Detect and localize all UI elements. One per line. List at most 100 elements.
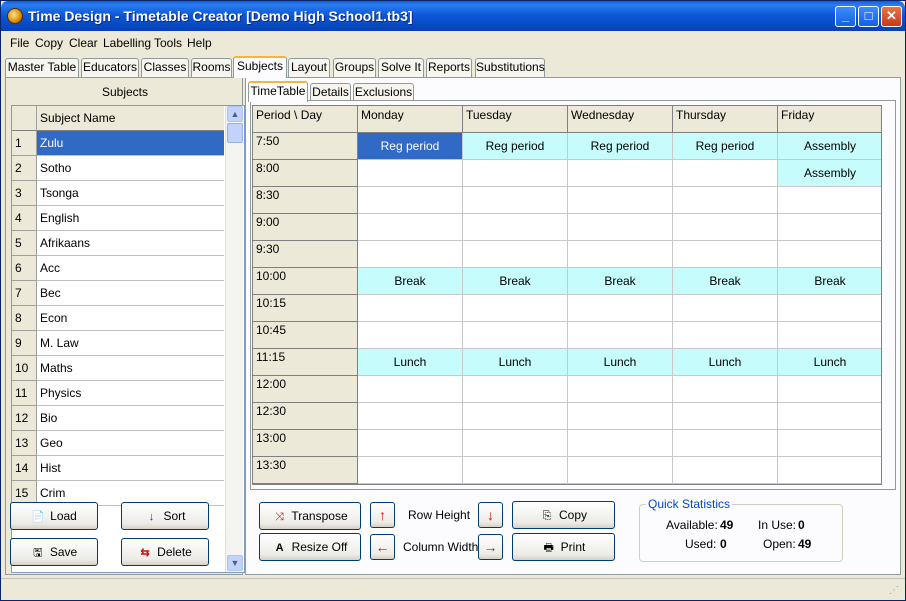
subject-name-cell[interactable]: Acc: [37, 256, 224, 281]
period-header[interactable]: 13:00: [253, 430, 358, 457]
timetable-cell[interactable]: [358, 376, 463, 403]
subject-name-cell[interactable]: M. Law: [37, 331, 224, 356]
timetable-cell[interactable]: Lunch: [568, 349, 673, 376]
timetable-cell[interactable]: [673, 376, 778, 403]
day-header[interactable]: Thursday: [673, 106, 778, 133]
resize-grip-icon[interactable]: ⋰: [889, 585, 901, 597]
timetable-cell[interactable]: Reg period: [463, 133, 568, 160]
timetable-cell[interactable]: [673, 160, 778, 187]
timetable-cell[interactable]: Break: [778, 268, 881, 295]
timetable-cell[interactable]: [358, 214, 463, 241]
menu-file[interactable]: File: [10, 36, 29, 50]
timetable-cell[interactable]: Break: [463, 268, 568, 295]
save-button[interactable]: 🖫 Save: [10, 538, 98, 566]
timetable-cell[interactable]: [463, 187, 568, 214]
resize-off-button[interactable]: A Resize Off: [259, 533, 361, 561]
tab-educators[interactable]: Educators: [81, 58, 139, 77]
timetable-cell[interactable]: [778, 430, 881, 457]
timetable-cell[interactable]: Lunch: [358, 349, 463, 376]
menu-tools[interactable]: Tools: [154, 36, 182, 50]
timetable-cell[interactable]: [463, 403, 568, 430]
menu-help[interactable]: Help: [187, 36, 212, 50]
timetable-cell[interactable]: [673, 430, 778, 457]
tab-substitutions[interactable]: Substitutions: [475, 58, 545, 77]
subject-row[interactable]: 10 Maths: [12, 356, 224, 381]
subject-name-cell[interactable]: Econ: [37, 306, 224, 331]
timetable-cell[interactable]: [778, 187, 881, 214]
timetable-cell[interactable]: [463, 457, 568, 484]
scroll-thumb[interactable]: [227, 123, 243, 143]
title-bar[interactable]: Time Design - Timetable Creator [Demo Hi…: [1, 1, 905, 31]
timetable-cell[interactable]: [568, 160, 673, 187]
timetable-cell[interactable]: Break: [673, 268, 778, 295]
timetable-cell[interactable]: [778, 403, 881, 430]
timetable-cell[interactable]: [673, 187, 778, 214]
subject-name-cell[interactable]: Physics: [37, 381, 224, 406]
subject-row[interactable]: 1 Zulu: [12, 131, 224, 156]
subject-row[interactable]: 9 M. Law: [12, 331, 224, 356]
timetable-cell[interactable]: Reg period: [673, 133, 778, 160]
column-width-decrease-button[interactable]: ←: [370, 534, 395, 560]
day-header[interactable]: Friday: [778, 106, 881, 133]
period-header[interactable]: 8:30: [253, 187, 358, 214]
tab-layout[interactable]: Layout: [288, 58, 330, 77]
timetable-cell[interactable]: [568, 241, 673, 268]
period-header[interactable]: 8:00: [253, 160, 358, 187]
subject-row[interactable]: 12 Bio: [12, 406, 224, 431]
timetable-cell[interactable]: [568, 403, 673, 430]
tab-timetable[interactable]: TimeTable: [248, 81, 308, 102]
scroll-up-icon[interactable]: ▲: [227, 106, 243, 122]
timetable-cell[interactable]: [463, 376, 568, 403]
period-header[interactable]: 10:15: [253, 295, 358, 322]
subject-name-cell[interactable]: Hist: [37, 456, 224, 481]
timetable-cell[interactable]: Assembly: [778, 133, 881, 160]
timetable-cell[interactable]: [358, 457, 463, 484]
tab-reports[interactable]: Reports: [426, 58, 472, 77]
timetable-cell[interactable]: [778, 322, 881, 349]
timetable-cell[interactable]: [463, 160, 568, 187]
subject-row[interactable]: 14 Hist: [12, 456, 224, 481]
timetable-cell[interactable]: Break: [358, 268, 463, 295]
timetable-cell[interactable]: [358, 241, 463, 268]
timetable-cell[interactable]: [778, 376, 881, 403]
timetable-cell[interactable]: Lunch: [463, 349, 568, 376]
period-header[interactable]: 13:30: [253, 457, 358, 484]
timetable-cell[interactable]: [358, 322, 463, 349]
timetable-cell[interactable]: [778, 241, 881, 268]
row-height-increase-button[interactable]: ↑: [370, 502, 395, 528]
subjects-scrollbar[interactable]: ▲ ▼: [225, 106, 243, 572]
timetable-cell[interactable]: Reg period: [358, 133, 463, 160]
copy-button[interactable]: ⎘ Copy: [512, 501, 615, 529]
load-button[interactable]: 📄 Load: [10, 502, 98, 530]
timetable-cell[interactable]: [778, 457, 881, 484]
period-header[interactable]: 7:50: [253, 133, 358, 160]
timetable-cell[interactable]: [358, 160, 463, 187]
tab-groups[interactable]: Groups: [333, 58, 376, 77]
timetable-cell[interactable]: [463, 241, 568, 268]
sort-button[interactable]: ↓ Sort: [121, 502, 209, 530]
subject-name-cell[interactable]: Sotho: [37, 156, 224, 181]
timetable-cell[interactable]: [463, 295, 568, 322]
timetable-cell[interactable]: [568, 376, 673, 403]
tab-classes[interactable]: Classes: [141, 58, 189, 77]
scroll-down-icon[interactable]: ▼: [227, 555, 243, 571]
timetable-cell[interactable]: [778, 295, 881, 322]
menu-clear[interactable]: Clear: [69, 36, 98, 50]
tab-solve-it[interactable]: Solve It: [378, 58, 424, 77]
timetable-cell[interactable]: [673, 241, 778, 268]
subject-name-header[interactable]: Subject Name: [37, 106, 224, 131]
maximize-button[interactable]: □: [858, 6, 879, 27]
period-header[interactable]: 11:15: [253, 349, 358, 376]
subject-row[interactable]: 5 Afrikaans: [12, 231, 224, 256]
timetable-cell[interactable]: [673, 403, 778, 430]
subject-row[interactable]: 2 Sotho: [12, 156, 224, 181]
timetable-cell[interactable]: [463, 430, 568, 457]
period-header[interactable]: 10:00: [253, 268, 358, 295]
timetable-cell[interactable]: Lunch: [778, 349, 881, 376]
timetable-cell[interactable]: [673, 214, 778, 241]
timetable-cell[interactable]: Reg period: [568, 133, 673, 160]
tab-details[interactable]: Details: [310, 83, 351, 101]
timetable-cell[interactable]: [358, 187, 463, 214]
day-header[interactable]: Tuesday: [463, 106, 568, 133]
subject-row[interactable]: 6 Acc: [12, 256, 224, 281]
